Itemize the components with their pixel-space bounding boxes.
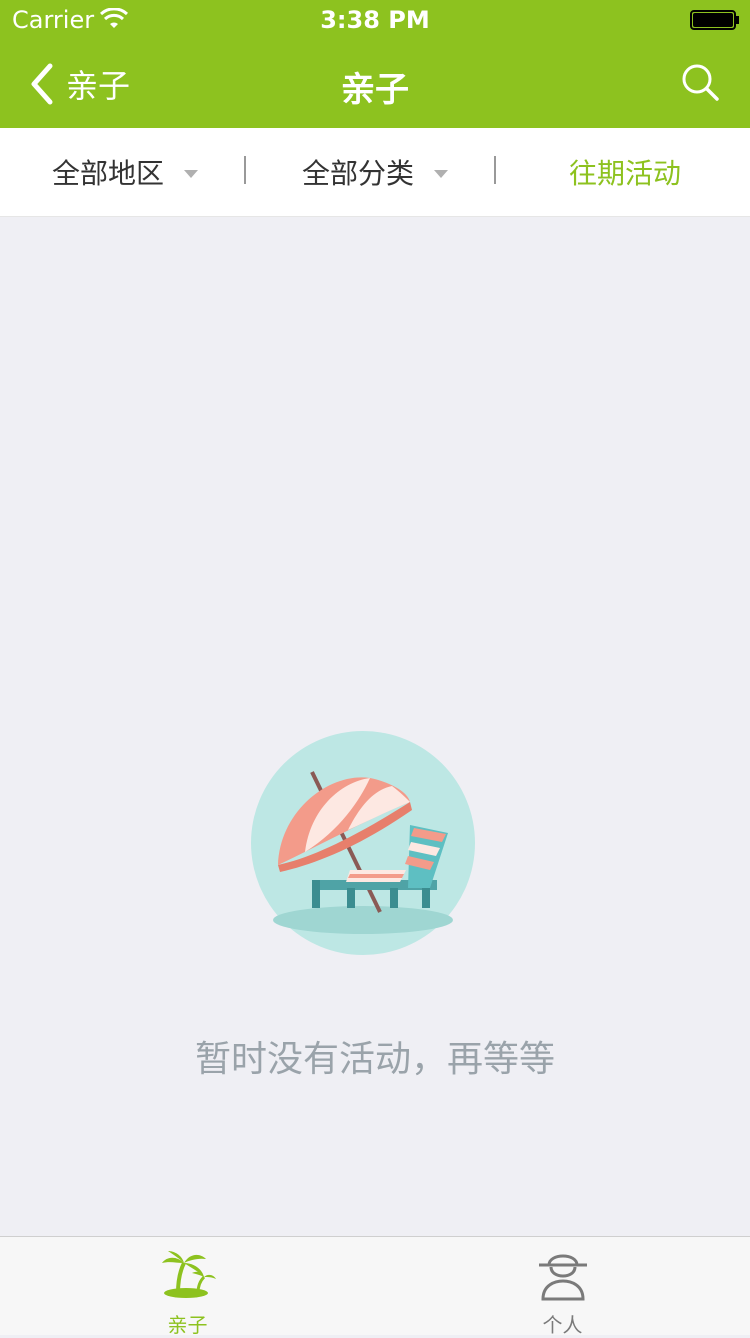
battery-icon bbox=[690, 10, 739, 30]
filter-bar: 全部地区 全部分类 往期活动 bbox=[0, 128, 750, 217]
tab-bar: 亲子 个人 bbox=[0, 1236, 750, 1337]
person-hat-icon bbox=[539, 1254, 587, 1301]
caret-down-icon bbox=[434, 170, 448, 178]
beach-umbrella-illustration bbox=[251, 731, 475, 955]
category-filter-dropdown[interactable]: 全部分类 bbox=[250, 128, 500, 216]
tab-personal[interactable]: 个人 bbox=[375, 1237, 750, 1337]
palm-tree-icon bbox=[162, 1251, 216, 1298]
category-filter-label: 全部分类 bbox=[301, 157, 414, 190]
status-bar: Carrier 3:38 PM bbox=[0, 0, 750, 40]
filter-divider bbox=[244, 156, 246, 184]
past-events-label: 往期活动 bbox=[568, 157, 681, 190]
status-time: 3:38 PM bbox=[320, 6, 430, 34]
tab-parent-child[interactable]: 亲子 bbox=[0, 1237, 375, 1337]
app-header: Carrier 3:38 PM 亲子 亲子 bbox=[0, 0, 750, 128]
search-icon[interactable] bbox=[680, 62, 720, 102]
filter-divider bbox=[494, 156, 496, 184]
region-filter-dropdown[interactable]: 全部地区 bbox=[0, 128, 250, 216]
navigation-bar: 亲子 亲子 bbox=[0, 40, 750, 128]
region-filter-label: 全部地区 bbox=[51, 157, 164, 190]
caret-down-icon bbox=[184, 170, 198, 178]
page-title: 亲子 bbox=[341, 70, 409, 110]
past-events-button[interactable]: 往期活动 bbox=[500, 128, 750, 216]
empty-state-message: 暂时没有活动，再等等 bbox=[194, 1039, 555, 1080]
